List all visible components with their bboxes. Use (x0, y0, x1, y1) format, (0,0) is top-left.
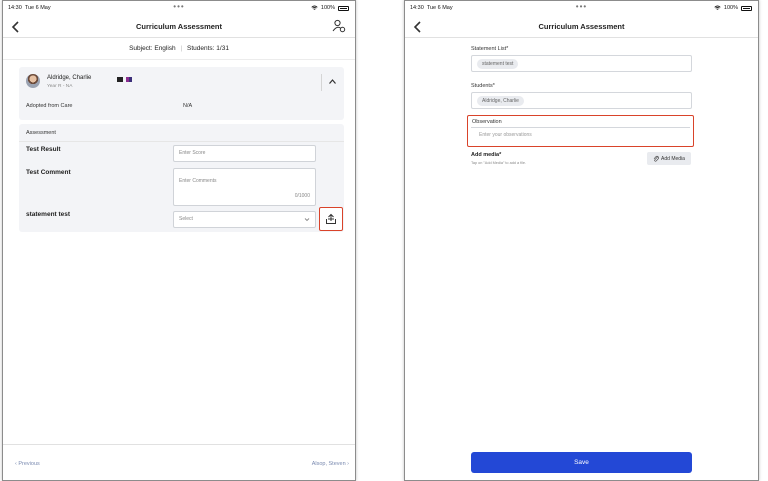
divider (471, 127, 690, 128)
flag-icon (126, 77, 132, 82)
add-media-hint: Tap on "Add Media" to add a file. (471, 161, 527, 165)
battery-icon (338, 5, 349, 11)
statement-label: statement test (26, 211, 71, 218)
multitask-dots: ••• (575, 2, 588, 11)
status-time: 14:30 Tue 6 May (410, 5, 453, 11)
nav-bar: Curriculum Assessment (405, 17, 758, 37)
score-input[interactable]: Enter Score (173, 145, 316, 162)
wifi-icon (311, 5, 318, 10)
statement-select[interactable]: Select (173, 211, 316, 228)
students-label: Students* (471, 83, 495, 89)
wifi-icon (714, 5, 721, 10)
select-placeholder: Select (179, 216, 193, 222)
paperclip-icon (653, 155, 659, 162)
divider (3, 444, 355, 445)
student-name: Aldridge, Charlie (47, 75, 92, 81)
status-bar: 14:30 Tue 6 May ••• 100% (405, 2, 758, 14)
battery-percent: 100% (723, 5, 738, 11)
multitask-dots: ••• (173, 2, 185, 11)
subject-separator: | (180, 45, 183, 52)
battery-percent: 100% (320, 5, 335, 11)
divider (405, 37, 758, 38)
battery-icon (741, 5, 752, 11)
status-indicators: 100% (714, 5, 752, 11)
upload-button[interactable] (319, 207, 343, 231)
character-counter: 0/1000 (294, 193, 310, 199)
comment-textarea[interactable]: Enter Comments 0/1000 (173, 168, 316, 206)
divider (19, 141, 344, 142)
upload-icon (326, 213, 336, 224)
person-settings-icon[interactable] (332, 19, 346, 33)
statement-list-field[interactable]: statement test (471, 55, 692, 72)
subject-label: Subject: English (129, 45, 176, 52)
previous-student-link[interactable]: ‹ Previous (15, 461, 40, 467)
avatar (26, 74, 40, 88)
statement-chip[interactable]: statement test (477, 59, 519, 69)
status-time: 14:30 Tue 6 May (8, 5, 51, 11)
assessment-heading: Assessment (26, 130, 56, 136)
students-field[interactable]: Aldridge, Charlie (471, 92, 692, 109)
divider (3, 37, 355, 38)
add-media-title: Add media* (471, 152, 502, 158)
status-indicators: 100% (311, 5, 349, 11)
flag-icon (117, 77, 123, 82)
next-student-link[interactable]: Alsop, Steven › (312, 461, 349, 467)
observation-screen: 14:30 Tue 6 May ••• 100% Curriculum Asse… (404, 0, 759, 481)
assessment-screen: 14:30 Tue 6 May ••• 100% Curriculum Asse… (2, 0, 356, 481)
detail-value: N/A (183, 103, 193, 109)
chevron-down-icon (304, 218, 310, 222)
subject-bar: Subject: English | Students: 1/31 (3, 45, 355, 52)
page-title: Curriculum Assessment (538, 22, 625, 31)
observation-label: Observation (472, 119, 502, 125)
status-bar: 14:30 Tue 6 May ••• 100% (3, 2, 355, 14)
student-year: Year R - NA (47, 84, 73, 89)
detail-label: Adopted from Care (26, 103, 73, 109)
test-comment-label: Test Comment (26, 169, 71, 176)
student-card: Aldridge, Charlie Year R - NA Adopted fr… (19, 67, 344, 120)
comment-placeholder: Enter Comments (179, 178, 217, 184)
divider (3, 59, 355, 60)
chevron-up-icon[interactable] (328, 78, 337, 85)
add-media-label: Add Media (661, 155, 685, 162)
save-button[interactable]: Save (471, 452, 692, 473)
students-count: Students: 1/31 (187, 45, 229, 52)
observation-placeholder: Enter your observations (479, 132, 532, 138)
page-title: Curriculum Assessment (135, 22, 222, 31)
divider (321, 74, 322, 91)
student-chip[interactable]: Aldridge, Charlie (477, 96, 524, 106)
test-result-label: Test Result (26, 146, 61, 153)
nav-bar: Curriculum Assessment (3, 17, 355, 37)
observation-field[interactable]: Observation Enter your observations (467, 115, 694, 147)
statement-list-label: Statement List* (471, 46, 509, 52)
add-media-button[interactable]: Add Media (647, 152, 691, 165)
assessment-card: Assessment Test Result Enter Score Test … (19, 124, 344, 232)
